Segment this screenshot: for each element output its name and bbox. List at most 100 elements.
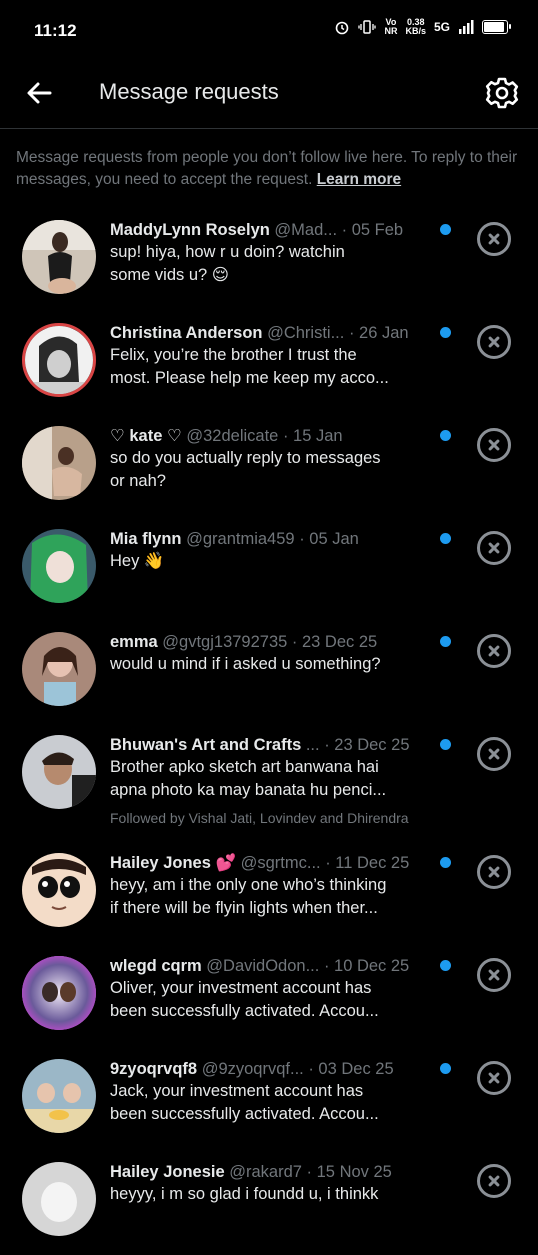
sender-handle: @Mad... (274, 221, 338, 239)
sender-handle: @gvtgj13792735 (162, 633, 288, 651)
header-divider (0, 128, 538, 129)
request-row[interactable]: Bhuwan's Art and Crafts ... · 23 Dec 25 … (0, 725, 538, 843)
request-row[interactable]: 9zyoqrvqf8 @9zyoqrvqf... · 03 Dec 25 Jac… (0, 1049, 538, 1152)
dismiss-button[interactable] (477, 325, 511, 359)
request-row[interactable]: emma @gvtgj13792735 · 23 Dec 25 would u … (0, 622, 538, 725)
request-date: · 03 Dec 25 (308, 1060, 394, 1078)
avatar (22, 529, 96, 603)
message-preview: been successfully activated. Accou... (110, 1105, 379, 1123)
sender-name: Mia flynn (110, 530, 182, 548)
avatar (22, 426, 96, 500)
unread-dot (440, 533, 451, 544)
sender-handle: @grantmia459 (186, 530, 295, 548)
request-date: · 11 Dec 25 (325, 854, 410, 872)
signal-icon (459, 20, 474, 34)
request-row[interactable]: Mia flynn @grantmia459 · 05 Jan Hey 👋 (0, 519, 538, 622)
sender-handle: @9zyoqrvqf... (201, 1060, 304, 1078)
avatar (22, 853, 96, 927)
message-request-list: MaddyLynn Roselyn @Mad... · 05 Feb sup! … (0, 210, 538, 1255)
request-content: Hailey Jonesie @rakard7 · 15 Nov 25 heyy… (110, 1161, 440, 1206)
message-preview: heyyy, i m so glad i foundd u, i thinkk (110, 1185, 379, 1203)
request-content: Hailey Jones 💕 @sgrtmc... · 11 Dec 25 he… (110, 852, 440, 920)
unread-dot (440, 636, 451, 647)
message-preview: sup! hiya, how r u doin? watchin (110, 243, 345, 261)
request-row[interactable]: Hailey Jonesie @rakard7 · 15 Nov 25 heyy… (0, 1152, 538, 1255)
battery-icon (482, 20, 511, 34)
dismiss-button[interactable] (477, 222, 511, 256)
unread-dot (440, 739, 451, 750)
request-row[interactable]: Hailey Jones 💕 @sgrtmc... · 11 Dec 25 he… (0, 843, 538, 946)
learn-more-link[interactable]: Learn more (317, 171, 401, 188)
status-bar: 11:12 Vo NR 0.38 KB/s 5G (0, 0, 538, 64)
back-arrow-icon[interactable] (22, 76, 56, 110)
request-content: Christina Anderson @Christi... · 26 Jan … (110, 322, 440, 390)
sender-name: emma (110, 633, 158, 651)
page-title: Message requests (99, 79, 279, 104)
request-row[interactable]: wlegd cqrm @DavidOdon... · 10 Dec 25 Oli… (0, 946, 538, 1049)
dismiss-button[interactable] (477, 1061, 511, 1095)
request-content: ♡ kate ♡ @32delicate · 15 Jan so do you … (110, 425, 440, 493)
dismiss-button[interactable] (477, 634, 511, 668)
request-date: · 05 Feb (341, 221, 404, 239)
message-preview: been successfully activated. Accou... (110, 1002, 379, 1020)
message-preview: most. Please help me keep my acco... (110, 369, 389, 387)
alarm-icon (336, 21, 349, 35)
dismiss-button[interactable] (477, 1164, 511, 1198)
request-content: MaddyLynn Roselyn @Mad... · 05 Feb sup! … (110, 219, 440, 287)
request-content: Bhuwan's Art and Crafts ... · 23 Dec 25 … (110, 734, 440, 826)
message-preview: some vids u? 😌 (110, 266, 229, 284)
avatar (22, 735, 96, 809)
sender-name: Hailey Jonesie (110, 1163, 225, 1181)
sender-handle: @rakard7 (229, 1163, 302, 1181)
sender-name: ♡ kate ♡ (110, 427, 182, 445)
request-content: Mia flynn @grantmia459 · 05 Jan Hey 👋 (110, 528, 440, 573)
network-type: 5G (433, 20, 450, 34)
request-date: · 23 Dec 25 (291, 633, 378, 651)
request-row[interactable]: MaddyLynn Roselyn @Mad... · 05 Feb sup! … (0, 210, 538, 313)
avatar (22, 956, 96, 1030)
dismiss-button[interactable] (477, 428, 511, 462)
info-notice: Message requests from people you don’t f… (16, 149, 518, 188)
sender-name: MaddyLynn Roselyn (110, 221, 270, 239)
followed-by-text: Followed by Vishal Jati, Lovindev and Dh… (110, 810, 409, 826)
vibrate-icon (358, 20, 377, 34)
net-speed: 0.38 KB/s (405, 17, 426, 36)
request-date: · 10 Dec 25 (323, 957, 410, 975)
message-preview: Brother apko sketch art banwana hai (110, 758, 379, 776)
avatar (22, 220, 96, 294)
sender-name: wlegd cqrm (110, 957, 202, 975)
message-preview: heyy, am i the only one who’s thinking (110, 876, 387, 894)
gear-icon[interactable] (484, 75, 520, 111)
message-preview: if there will be flyin lights when ther.… (110, 899, 378, 917)
sender-handle: @sgrtmc... (240, 854, 321, 872)
request-content: emma @gvtgj13792735 · 23 Dec 25 would u … (110, 631, 440, 676)
sender-handle: @32delicate (186, 427, 279, 445)
message-preview: so do you actually reply to messages (110, 449, 381, 467)
sender-handle: ... (305, 736, 320, 754)
dismiss-button[interactable] (477, 958, 511, 992)
message-preview: or nah? (110, 472, 166, 490)
dismiss-button[interactable] (477, 737, 511, 771)
avatar (22, 323, 96, 397)
dismiss-button[interactable] (477, 531, 511, 565)
message-preview: apna photo ka may banata hu penci... (110, 781, 387, 799)
avatar (22, 1059, 96, 1133)
dismiss-button[interactable] (477, 855, 511, 889)
message-preview: Oliver, your investment account has (110, 979, 372, 997)
request-date: · 15 Nov 25 (306, 1163, 392, 1181)
sender-name: Christina Anderson (110, 324, 263, 342)
message-preview: would u mind if i asked u something? (110, 655, 381, 673)
header: Message requests (0, 64, 538, 128)
request-content: 9zyoqrvqf8 @9zyoqrvqf... · 03 Dec 25 Jac… (110, 1058, 440, 1126)
sender-name: Bhuwan's Art and Crafts (110, 736, 302, 754)
request-row[interactable]: Christina Anderson @Christi... · 26 Jan … (0, 313, 538, 416)
unread-dot (440, 857, 451, 868)
avatar (22, 632, 96, 706)
status-icons: Vo NR 0.38 KB/s 5G (334, 17, 511, 36)
status-time: 11:12 (34, 21, 77, 40)
request-row[interactable]: ♡ kate ♡ @32delicate · 15 Jan so do you … (0, 416, 538, 519)
message-preview: Jack, your investment account has (110, 1082, 364, 1100)
request-date: · 26 Jan (348, 324, 409, 342)
request-date: · 23 Dec 25 (324, 736, 410, 754)
unread-dot (440, 327, 451, 338)
